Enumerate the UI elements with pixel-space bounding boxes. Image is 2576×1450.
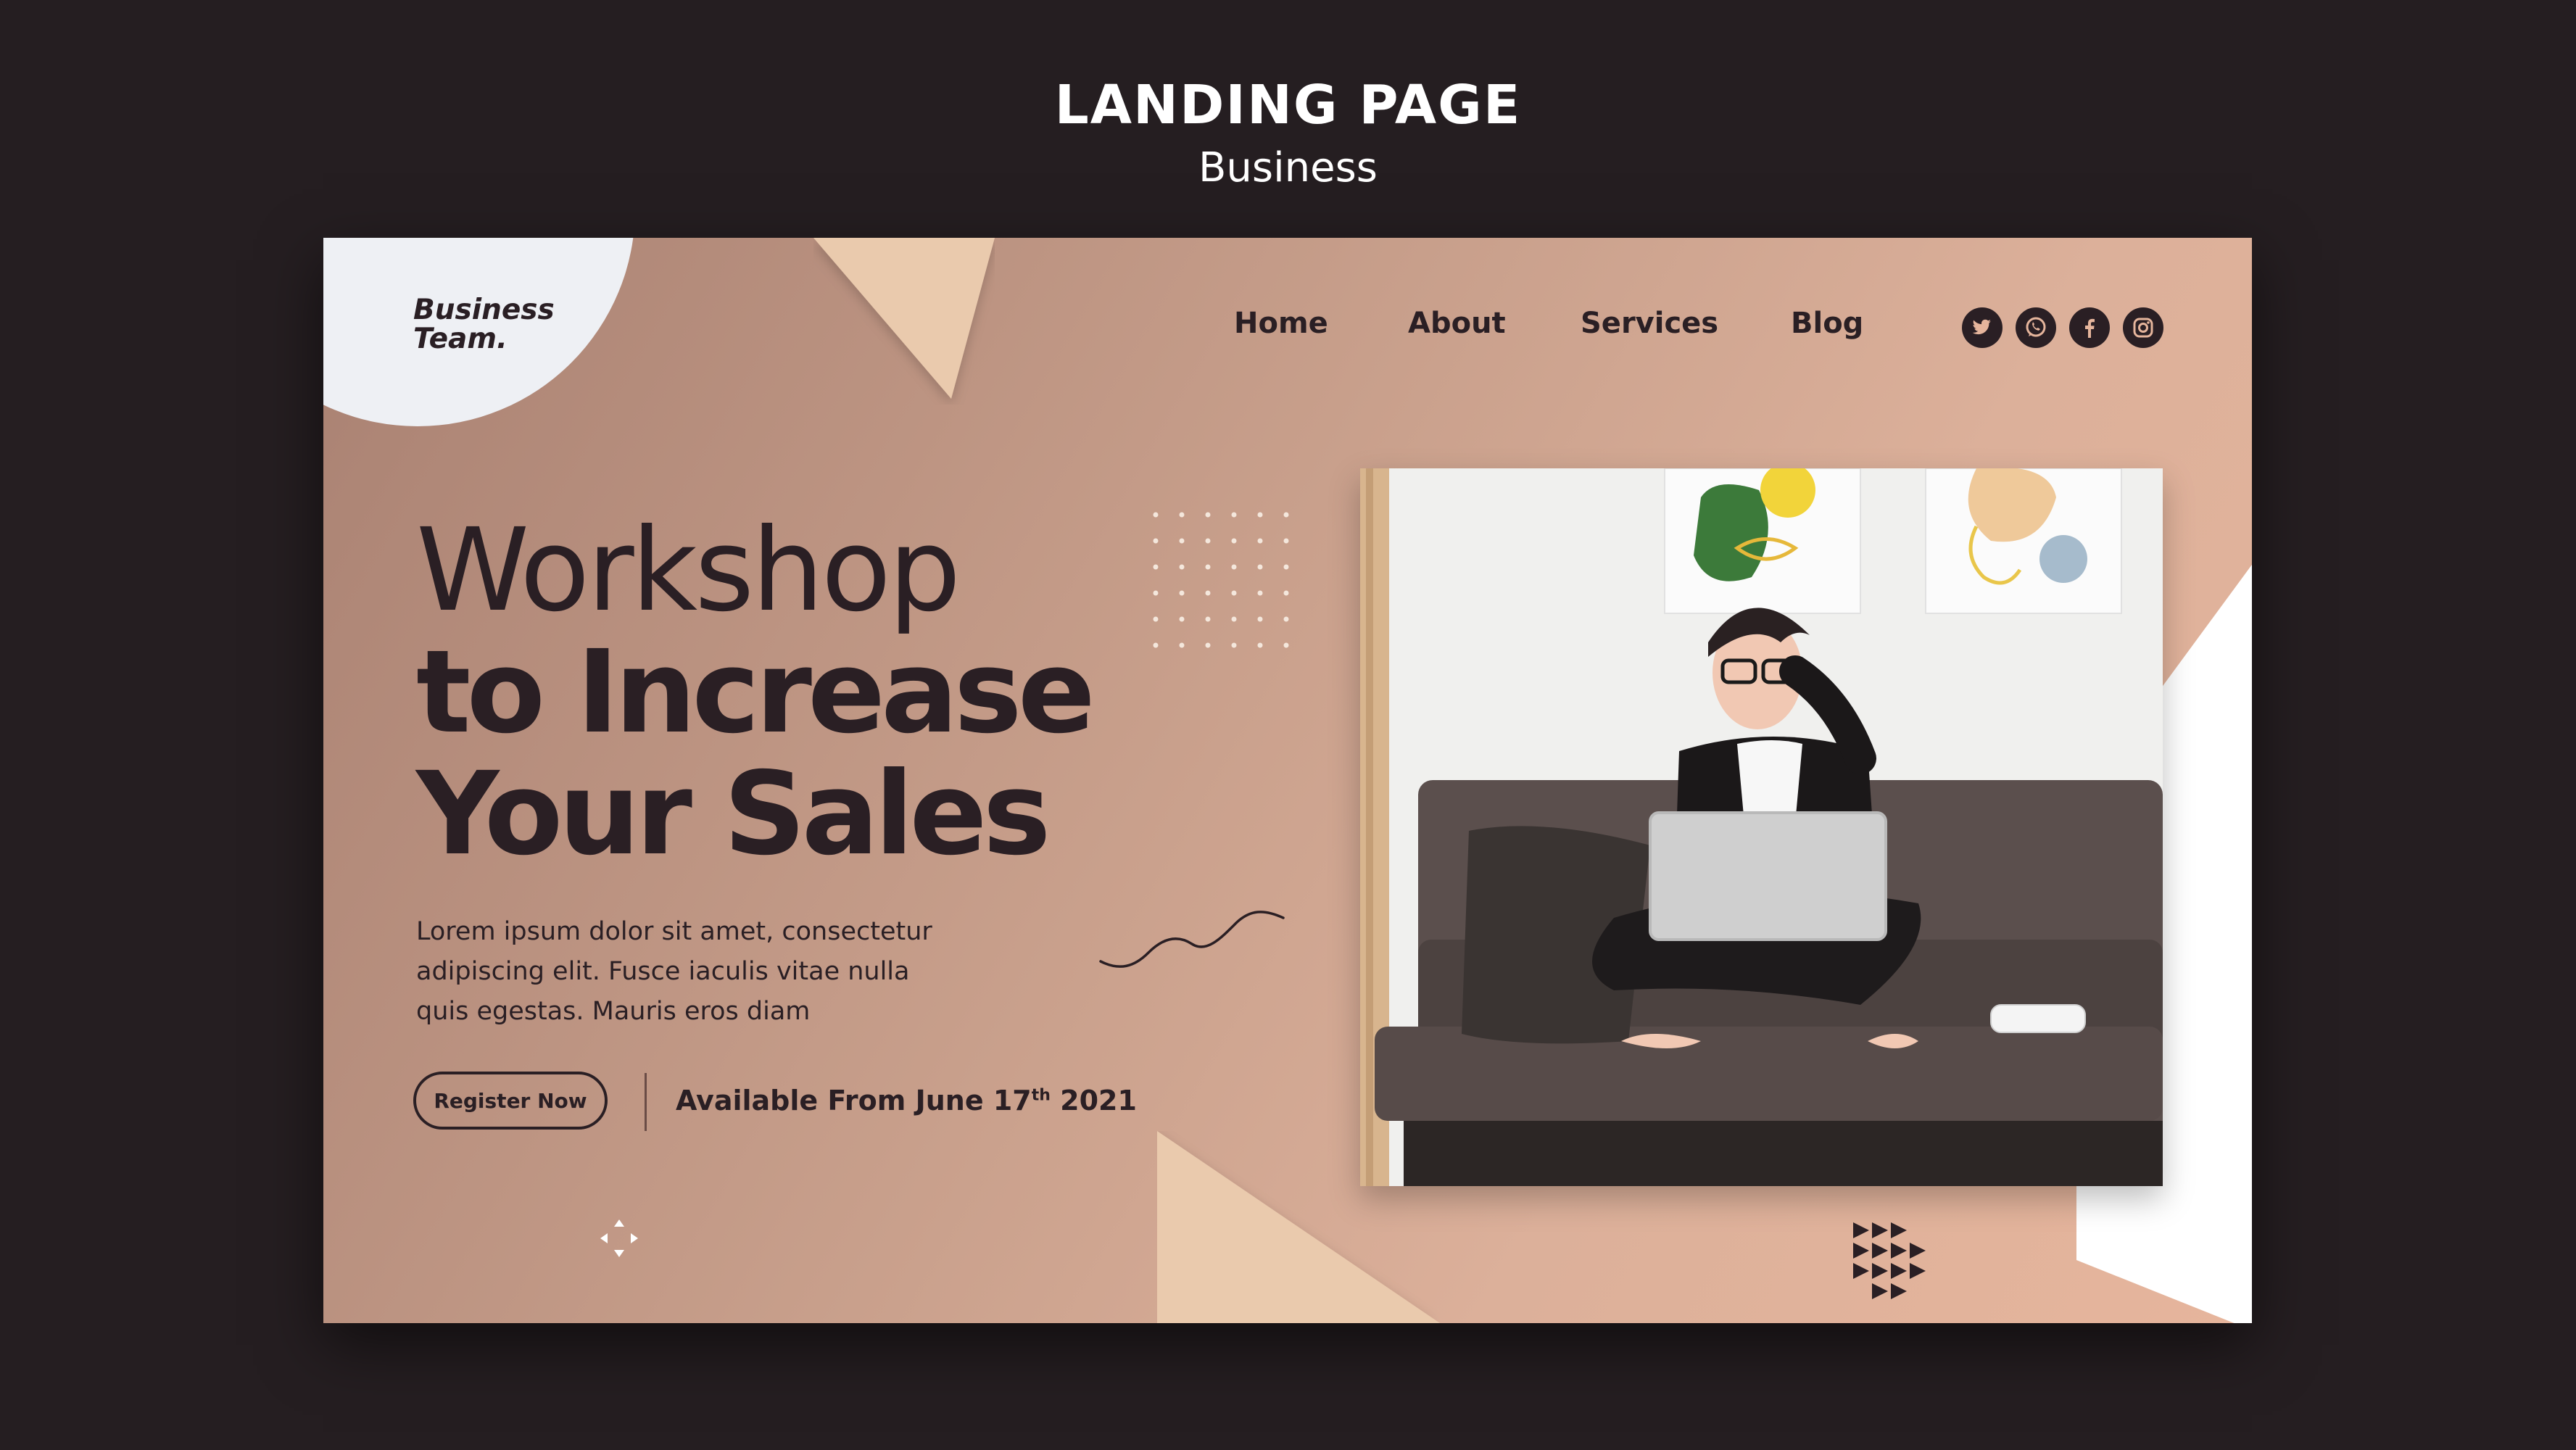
availability-year: 2021 (1050, 1085, 1137, 1116)
nav-about[interactable]: About (1408, 307, 1506, 340)
landing-card: Business Team. Home About Services Blog (323, 238, 2252, 1323)
logo-line-2: Team. (413, 323, 508, 355)
headline-line-2: to Increase (416, 626, 1096, 759)
hero-photo (1360, 468, 2163, 1186)
cta-divider (645, 1073, 647, 1131)
page-subtitle: Business (1198, 144, 1378, 191)
move-icon (600, 1219, 638, 1257)
decor-squiggle (1099, 911, 1285, 968)
facebook-icon[interactable] (2069, 307, 2110, 348)
twitter-icon[interactable] (1962, 307, 2003, 348)
hero-description: Lorem ipsum dolor sit amet, consectetur … (416, 917, 932, 1026)
nav-home[interactable]: Home (1234, 307, 1328, 340)
headline-line-1: Workshop (416, 504, 961, 637)
decor-triangle-pattern (1853, 1222, 1926, 1299)
register-now-button[interactable]: Register Now (413, 1072, 608, 1130)
availability-prefix: Available From June 17 (676, 1085, 1032, 1116)
decor-triangle-top (813, 238, 995, 399)
logo-line-1: Business (413, 294, 555, 326)
decor-dot-grid (1153, 512, 1289, 648)
headline-line-3: Your Sales (416, 747, 1051, 881)
nav-services[interactable]: Services (1581, 307, 1718, 340)
availability-text: Available From June 17th 2021 (676, 1085, 1137, 1116)
availability-ordinal: th (1031, 1086, 1051, 1105)
logo[interactable]: Business Team. (413, 296, 555, 354)
whatsapp-icon[interactable] (2016, 307, 2056, 348)
instagram-icon[interactable] (2123, 307, 2163, 348)
nav-blog[interactable]: Blog (1791, 307, 1863, 340)
decor-triangle-bottom (1157, 1131, 1440, 1323)
page-title: LANDING PAGE (1054, 74, 1522, 136)
